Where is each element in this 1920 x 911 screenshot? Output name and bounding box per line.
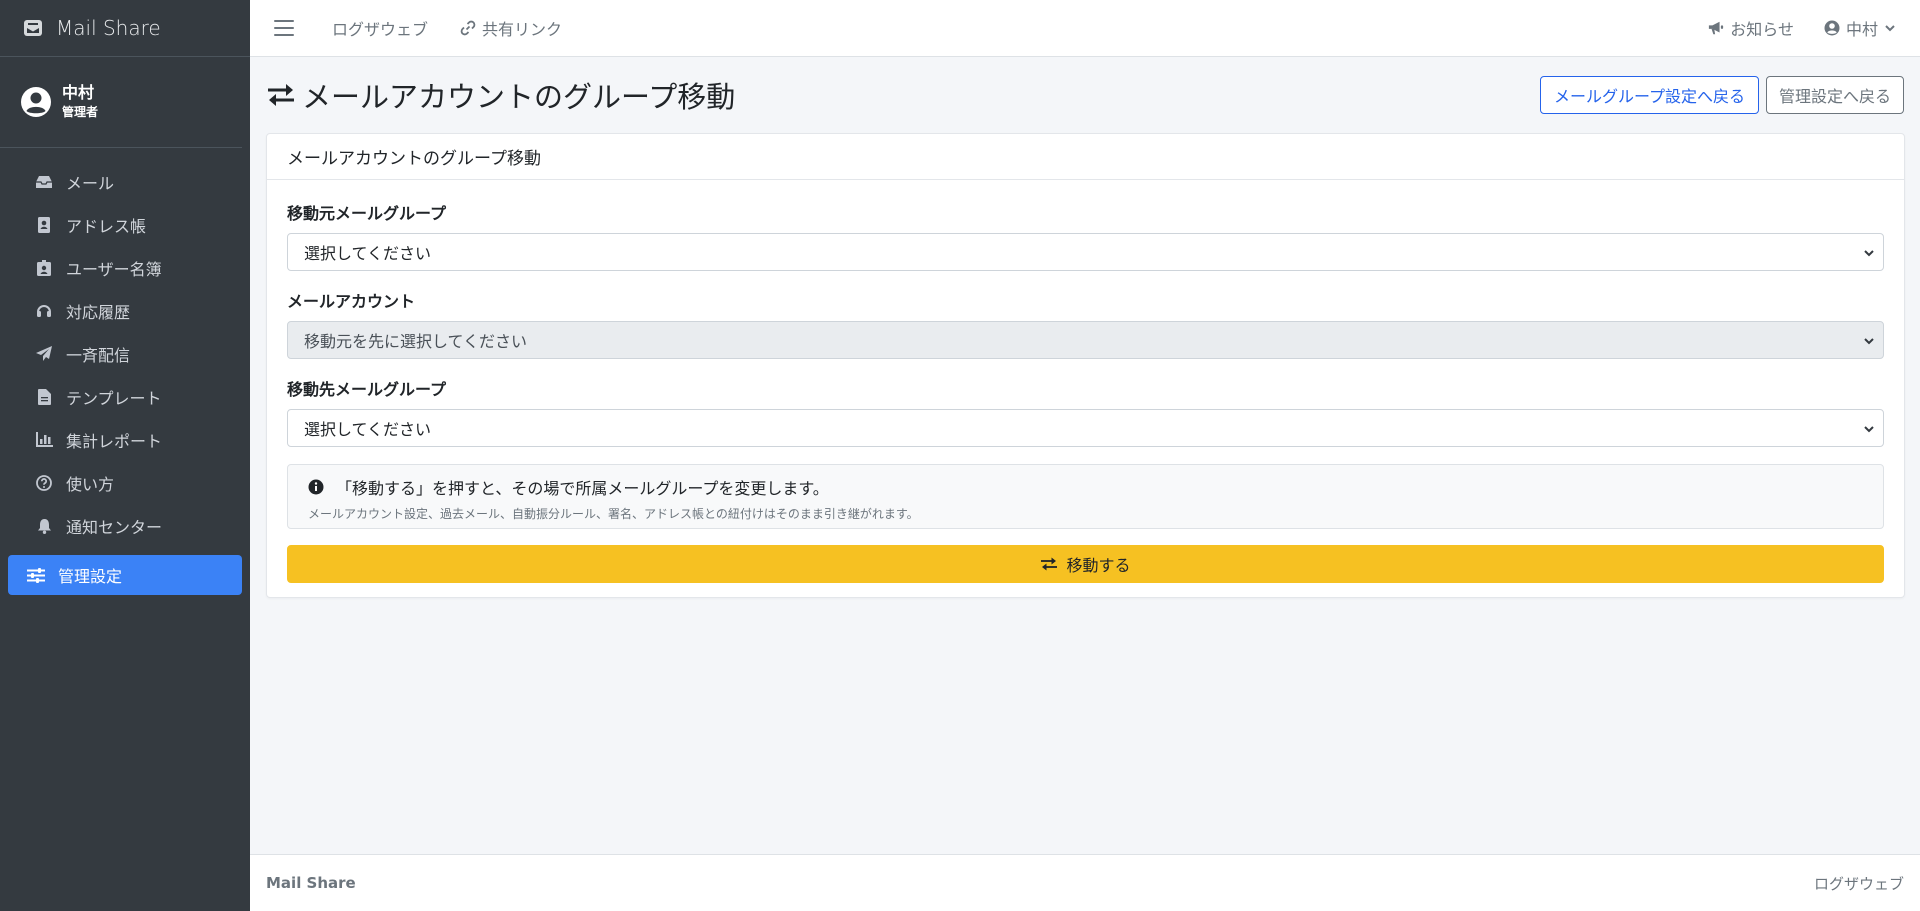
- sidebar-item-label: テンプレート: [66, 388, 162, 408]
- user-role: 管理者: [62, 105, 99, 119]
- bell-icon: [37, 518, 51, 534]
- user-menu-label: 中村: [1845, 20, 1878, 39]
- info-sub-text: メールアカウント設定、過去メール、自動振分ルール、署名、アドレス帳との紐付けはそ…: [308, 507, 919, 521]
- move-account-card: メールアカウントのグループ移動 移動元メールグループ 選択してください メールア…: [266, 133, 1905, 598]
- nav-link-home[interactable]: ログザウェブ: [332, 16, 428, 40]
- user-circle-icon: [1824, 20, 1840, 36]
- move-button[interactable]: 移動する: [287, 545, 1884, 583]
- info-main-text: 「移動する」を押すと、その場で所属メールグループを変更します。: [336, 479, 829, 498]
- headset-icon: [37, 304, 51, 317]
- destination-group-label: 移動先メールグループ: [287, 380, 447, 399]
- top-navbar: ログザウェブ 共有リンク お知らせ 中村: [250, 0, 1920, 57]
- card-header: メールアカウントのグループ移動: [267, 134, 1904, 180]
- inbox-icon: [36, 175, 52, 188]
- mail-account-value: 移動元を先に選択してください: [304, 332, 528, 351]
- page-title-text: メールアカウントのグループ移動: [302, 80, 736, 114]
- nav-link-shared-links[interactable]: 共有リンク: [460, 16, 562, 40]
- brand-link[interactable]: Mail Share: [0, 0, 250, 57]
- chevron-down-icon: [1864, 426, 1874, 433]
- destination-group-value: 選択してください: [304, 420, 432, 439]
- link-icon: [460, 20, 476, 36]
- user-name: 中村: [62, 83, 95, 102]
- sidebar-item-label: アドレス帳: [66, 216, 147, 236]
- move-button-label: 移動する: [1066, 556, 1131, 575]
- source-group-select[interactable]: 選択してください: [287, 233, 1884, 271]
- brand-name: Mail Share: [56, 16, 161, 40]
- sidebar-nav: メール アドレス帳 ユーザー名簿 対応履歴 一斉配信 テンプレート 集計レポート: [0, 148, 250, 595]
- info-box: 「移動する」を押すと、その場で所属メールグループを変更します。 メールアカウント…: [287, 464, 1884, 529]
- notice-link[interactable]: お知らせ: [1708, 16, 1794, 40]
- notice-label: お知らせ: [1730, 20, 1794, 39]
- sidebar-item-label: 管理設定: [58, 567, 123, 586]
- mail-account-label: メールアカウント: [287, 292, 416, 311]
- footer: Mail Share ログザウェブ: [250, 854, 1920, 911]
- sidebar-item-history[interactable]: 対応履歴: [8, 289, 242, 332]
- source-group-value: 選択してください: [304, 244, 432, 263]
- sidebar-item-broadcast[interactable]: 一斉配信: [8, 332, 242, 375]
- sidebar-item-admin-settings[interactable]: 管理設定: [8, 555, 242, 595]
- address-book-icon: [38, 216, 50, 233]
- mail-bulk-icon: [24, 20, 42, 36]
- sidebar-item-address-book[interactable]: アドレス帳: [8, 203, 242, 246]
- sidebar-item-notifications[interactable]: 通知センター: [8, 504, 242, 547]
- sidebar-item-label: 一斉配信: [66, 345, 131, 365]
- file-icon: [37, 388, 51, 405]
- chevron-down-icon: [1864, 250, 1874, 257]
- question-circle-icon: [36, 474, 52, 491]
- destination-group-select[interactable]: 選択してください: [287, 409, 1884, 447]
- sidebar-item-label: 集計レポート: [66, 431, 163, 451]
- back-to-admin-settings-button[interactable]: 管理設定へ戻る: [1765, 76, 1904, 114]
- shared-links-label: 共有リンク: [482, 20, 563, 39]
- bullhorn-icon: [1709, 21, 1724, 35]
- sidebar-item-label: メール: [66, 173, 115, 193]
- sidebar-item-label: ユーザー名簿: [66, 259, 162, 279]
- chevron-down-icon: [1885, 25, 1895, 32]
- sidebar-item-help[interactable]: 使い方: [8, 461, 242, 504]
- user-panel[interactable]: 中村 管理者: [0, 57, 242, 148]
- user-menu[interactable]: 中村: [1824, 16, 1896, 40]
- main-content: メールアカウントのグループ移動 メールグループ設定へ戻る 管理設定へ戻る メール…: [250, 57, 1920, 854]
- sidebar-item-user-roster[interactable]: ユーザー名簿: [8, 246, 242, 289]
- back-to-mail-group-settings-button[interactable]: メールグループ設定へ戻る: [1539, 76, 1759, 114]
- sidebar-item-label: 対応履歴: [66, 302, 131, 322]
- sidebar-item-reports[interactable]: 集計レポート: [8, 418, 242, 461]
- sidebar: Mail Share 中村 管理者 メール アドレス帳 ユーザー名簿 対応履歴: [0, 0, 250, 911]
- sidebar-item-label: 使い方: [66, 474, 115, 494]
- menu-toggle-icon[interactable]: [274, 20, 294, 36]
- chevron-down-icon: [1864, 338, 1874, 345]
- source-group-label: 移動元メールグループ: [287, 204, 447, 223]
- page-header: メールアカウントのグループ移動 メールグループ設定へ戻る 管理設定へ戻る: [250, 57, 1920, 133]
- sidebar-item-label: 通知センター: [66, 517, 163, 537]
- page-title: メールアカウントのグループ移動: [266, 74, 735, 116]
- footer-company-link[interactable]: ログザウェブ: [1814, 873, 1904, 894]
- exchange-icon: [1041, 557, 1058, 571]
- sidebar-item-mail[interactable]: メール: [8, 160, 242, 203]
- paper-plane-icon: [35, 345, 52, 361]
- mail-account-select: 移動元を先に選択してください: [287, 321, 1884, 359]
- id-badge-icon: [37, 259, 51, 276]
- footer-brand: Mail Share: [266, 874, 356, 892]
- exchange-icon: [268, 84, 294, 106]
- info-circle-icon: [308, 479, 324, 495]
- sliders-icon: [27, 567, 45, 583]
- chart-icon: [35, 432, 53, 447]
- sidebar-item-templates[interactable]: テンプレート: [8, 375, 242, 418]
- user-circle-icon: [21, 87, 51, 117]
